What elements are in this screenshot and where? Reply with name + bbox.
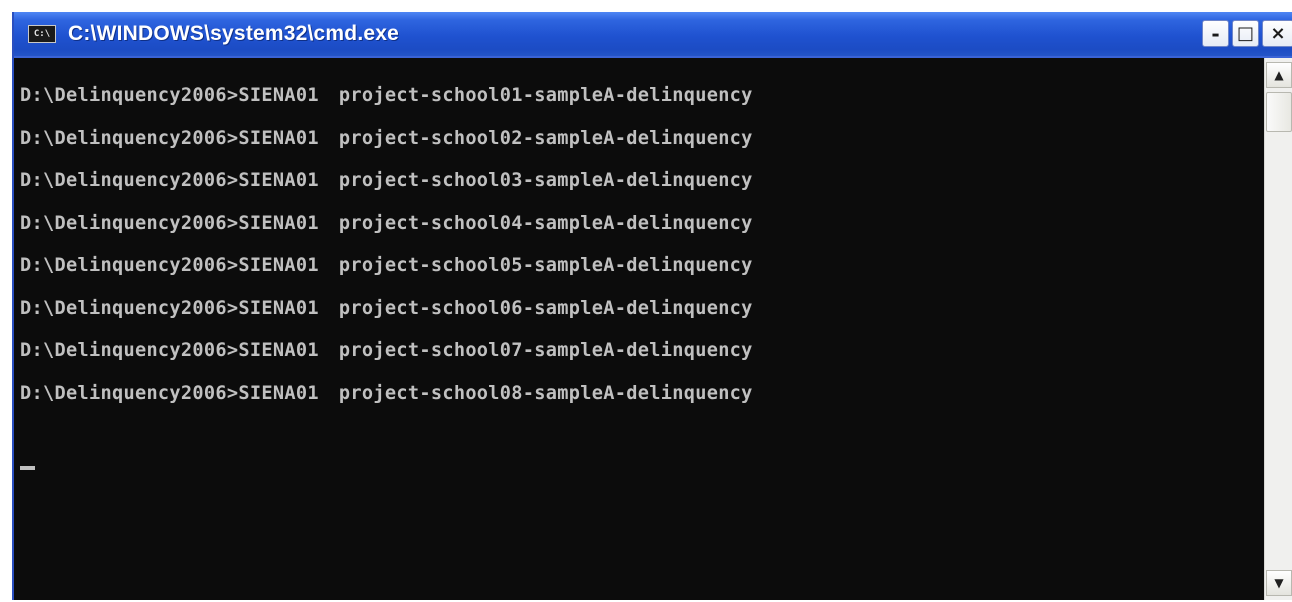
command-name: SIENA01 (238, 170, 319, 191)
prompt-path: D:\Delinquency2006> (20, 212, 239, 234)
command-argument: project-school01-sampleA-delinquency (338, 85, 753, 106)
prompt-path: D:\Delinquency2006> (20, 297, 239, 319)
command-argument: project-school03-sampleA-delinquency (338, 170, 753, 191)
command-argument: project-school04-sampleA-delinquency (338, 212, 753, 234)
prompt-path: D:\Delinquency2006> (20, 340, 239, 361)
command-name: SIENA01 (238, 297, 319, 319)
cmd-window: C:\ C:\WINDOWS\system32\cmd.exe - □ × D:… (12, 12, 1292, 600)
command-argument: project-school05-sampleA-delinquency (338, 255, 753, 276)
console-line: D:\Delinquency2006>SIENA01 project-school… (20, 160, 753, 203)
window-title: C:\WINDOWS\system32\cmd.exe (68, 22, 400, 45)
vertical-scrollbar[interactable]: ▲ ▼ (1264, 58, 1292, 600)
prompt-path: D:\Delinquency2006> (20, 127, 239, 149)
console-line: D:\Delinquency2006>SIENA01 project-school… (20, 288, 753, 331)
command-name: SIENA01 (238, 127, 319, 149)
scroll-up-icon[interactable]: ▲ (1266, 62, 1292, 88)
prompt-path: D:\Delinquency2006> (20, 85, 239, 106)
console-line: D:\Delinquency2006>SIENA01 project-school… (20, 373, 753, 416)
command-argument: project-school07-sampleA-delinquency (338, 340, 753, 361)
close-button[interactable]: × (1262, 20, 1292, 47)
minimize-button[interactable]: - (1202, 20, 1229, 47)
prompt-path: D:\Delinquency2006> (20, 170, 239, 191)
console-output[interactable]: D:\Delinquency2006>SIENA01 project-school… (14, 58, 1264, 600)
title-bar[interactable]: C:\ C:\WINDOWS\system32\cmd.exe - □ × (14, 12, 1292, 56)
maximize-button[interactable]: □ (1232, 20, 1259, 47)
command-argument: project-school02-sampleA-delinquency (338, 127, 753, 149)
prompt-path: D:\Delinquency2006> (20, 382, 239, 404)
console-line: D:\Delinquency2006>SIENA01 project-school… (20, 75, 753, 118)
command-name: SIENA01 (238, 85, 319, 106)
console-line: D:\Delinquency2006>SIENA01 project-school… (20, 245, 753, 288)
text-cursor (20, 466, 35, 470)
command-name: SIENA01 (238, 382, 319, 404)
console-icon[interactable]: C:\ (28, 25, 56, 43)
command-argument: project-school08-sampleA-delinquency (338, 382, 753, 404)
console-line: D:\Delinquency2006>SIENA01 project-school… (20, 118, 753, 161)
command-name: SIENA01 (238, 255, 319, 276)
console-line: D:\Delinquency2006>SIENA01 project-school… (20, 330, 753, 373)
console-line: D:\Delinquency2006>SIENA01 project-school… (20, 203, 753, 246)
command-name: SIENA01 (238, 340, 319, 361)
prompt-path: D:\Delinquency2006> (20, 255, 239, 276)
command-name: SIENA01 (238, 212, 319, 234)
command-argument: project-school06-sampleA-delinquency (338, 297, 753, 319)
console-lines: D:\Delinquency2006>SIENA01 project-school… (20, 58, 753, 415)
scroll-thumb[interactable] (1266, 92, 1292, 132)
scroll-down-icon[interactable]: ▼ (1266, 570, 1292, 596)
